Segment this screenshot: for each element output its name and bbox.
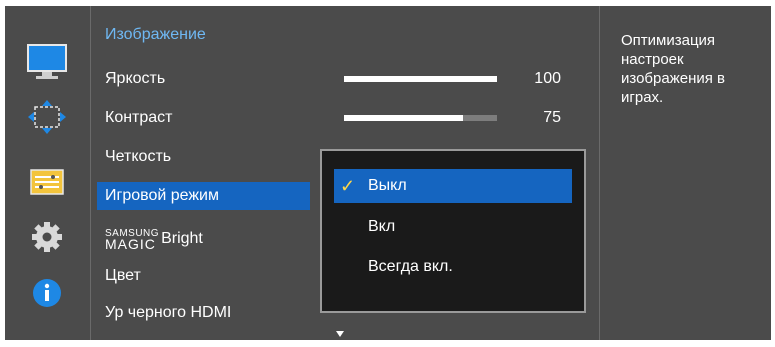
contrast-slider[interactable] [344, 115, 497, 121]
option-on[interactable]: Вкл [334, 210, 572, 244]
menu-title: Изображение [105, 26, 206, 43]
menu-item-label: Ур черного HDMI [105, 304, 232, 321]
gear-icon[interactable] [27, 219, 67, 260]
menu-settings-icon[interactable] [27, 168, 67, 203]
menu-item-sharpness[interactable]: Четкость [97, 143, 290, 171]
option-always-on[interactable]: Всегда вкл. [334, 250, 572, 284]
game-mode-submenu: ✓ Выкл Вкл Всегда вкл. [320, 149, 586, 313]
menu-item-brightness[interactable]: Яркость [97, 65, 290, 93]
menu-item-label: Игровой режим [105, 187, 219, 204]
menu-panel: Изображение Яркость 100 Контраст 75 Четк… [91, 6, 598, 340]
scroll-down-icon[interactable] [336, 331, 344, 337]
menu-item-label: Яркость [105, 70, 166, 87]
menu-item-label: Четкость [105, 148, 172, 165]
monitor-icon[interactable] [27, 44, 67, 85]
menu-item-label: Bright [161, 230, 203, 247]
info-icon[interactable] [27, 275, 67, 316]
sidebar [5, 6, 91, 340]
menu-item-contrast[interactable]: Контраст [97, 104, 290, 132]
description-panel: Оптимизация настроек изображения в играх… [599, 6, 771, 340]
description-text: Оптимизация настроек изображения в играх… [621, 32, 726, 106]
menu-item-magic-bright[interactable]: SAMSUNG MAGIC Bright [97, 225, 290, 253]
contrast-value: 75 [543, 109, 561, 126]
brightness-slider[interactable] [344, 76, 497, 82]
menu-item-hdmi-black-level[interactable]: Ур черного HDMI [97, 299, 290, 327]
menu-item-color[interactable]: Цвет [97, 262, 290, 290]
checkmark-icon: ✓ [340, 176, 356, 196]
menu-item-game-mode[interactable]: Игровой режим [97, 182, 310, 210]
brightness-slider-fill [344, 76, 497, 82]
menu-item-label: Контраст [105, 109, 173, 126]
samsung-magic-logo: SAMSUNG MAGIC [105, 228, 160, 252]
brightness-value: 100 [534, 70, 561, 87]
osd-menu: Изображение Яркость 100 Контраст 75 Четк… [5, 6, 771, 340]
option-off[interactable]: ✓ Выкл [334, 169, 572, 203]
contrast-slider-fill [344, 115, 464, 121]
move-arrows-icon[interactable] [27, 99, 67, 140]
menu-item-label: Цвет [105, 267, 141, 284]
